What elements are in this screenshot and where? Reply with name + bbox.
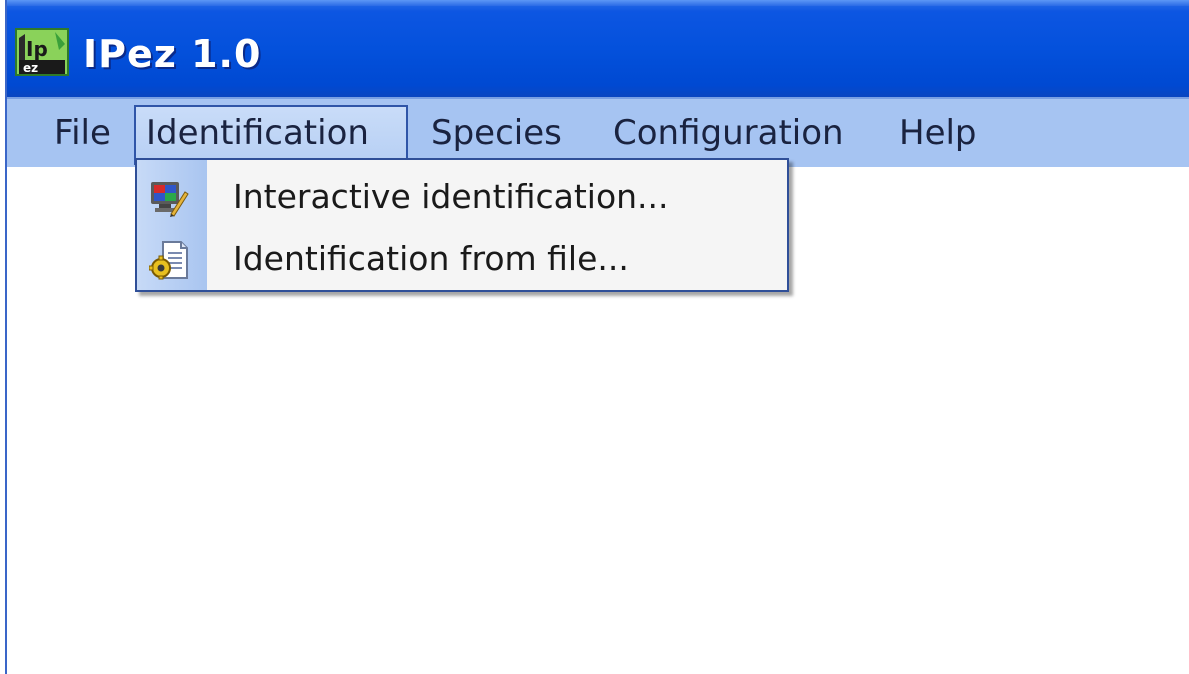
window-left-border	[0, 0, 7, 674]
interactive-identification-icon	[149, 178, 189, 218]
svg-text:ez: ez	[23, 61, 38, 75]
menu-item-label: Interactive identification...	[233, 177, 669, 216]
app-window: Ip ez IPez 1.0 File Identification Speci…	[0, 0, 1189, 674]
menu-item-identification-from-file[interactable]: Identification from file...	[137, 230, 787, 288]
menu-identification[interactable]: Identification	[134, 105, 408, 165]
title-bar[interactable]: Ip ez IPez 1.0	[7, 0, 1189, 97]
menu-species[interactable]: Species	[421, 107, 572, 159]
menu-item-interactive-identification[interactable]: Interactive identification...	[137, 168, 787, 226]
menu-configuration[interactable]: Configuration	[603, 107, 854, 159]
menu-file[interactable]: File	[44, 107, 121, 159]
svg-text:Ip: Ip	[26, 37, 48, 61]
ipez-app-icon[interactable]: Ip ez	[15, 28, 69, 76]
menu-help[interactable]: Help	[889, 107, 987, 159]
window-title: IPez 1.0	[83, 32, 262, 76]
menu-bar: File Identification Species Configuratio…	[7, 97, 1189, 167]
menu-item-label: Identification from file...	[233, 239, 629, 278]
file-gear-icon	[148, 240, 189, 280]
identification-dropdown-menu: Interactive identification... Identifica…	[135, 158, 789, 292]
